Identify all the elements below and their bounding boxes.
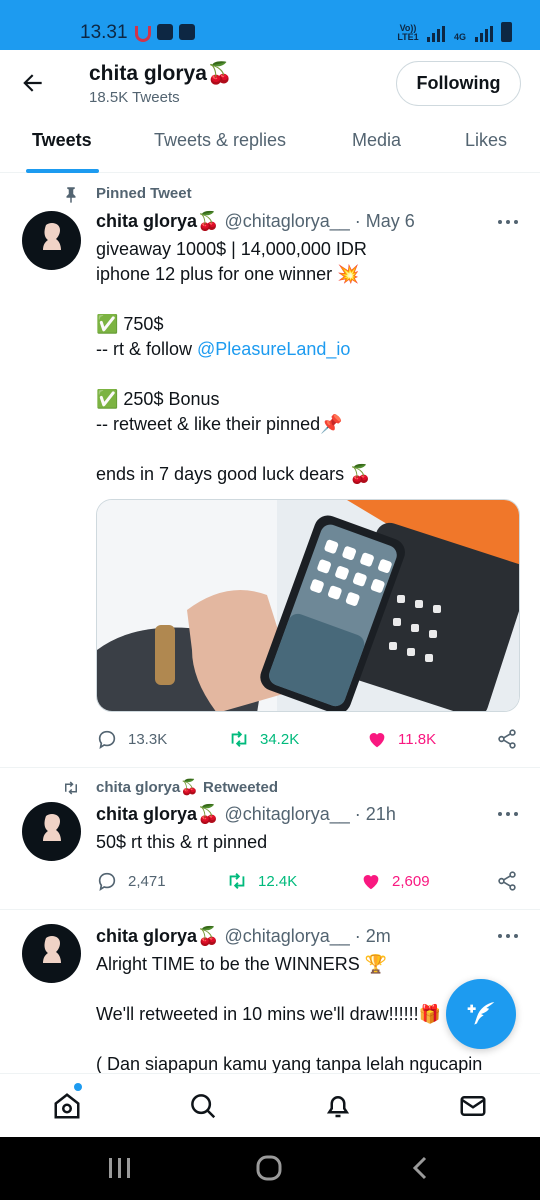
tweet-pinned[interactable]: Pinned Tweet chita glorya🍒 @chitaglorya_…: [0, 174, 540, 768]
tab-likes[interactable]: Likes: [465, 130, 507, 151]
magnet-icon: [135, 26, 151, 42]
tweet-author[interactable]: chita glorya🍒 @chitaglorya__ · 2m: [96, 926, 391, 947]
avatar[interactable]: [22, 924, 81, 983]
home-button-icon[interactable]: [256, 1155, 282, 1181]
profile-tabs: Tweets Tweets & replies Media Likes: [0, 120, 540, 173]
network-label-2: 4G: [453, 32, 466, 42]
reply-button[interactable]: 2,471: [96, 870, 166, 892]
share-icon[interactable]: [496, 870, 518, 892]
profile-name: chita glorya🍒: [89, 62, 234, 85]
tweet-count: 18.5K Tweets: [89, 89, 180, 106]
retweet-count: 34.2K: [260, 730, 300, 748]
avatar[interactable]: [22, 211, 81, 270]
bottom-navigation: [0, 1073, 540, 1137]
retweet-count: 12.4K: [258, 872, 298, 890]
signal-icon-2: [475, 26, 493, 42]
pinned-label: Pinned Tweet: [96, 185, 192, 202]
notification-dot: [74, 1083, 82, 1091]
following-button[interactable]: Following: [396, 61, 521, 106]
app-icon: [179, 24, 195, 40]
status-icons: [135, 24, 195, 42]
tweet-text-part-2: ✅ 250$ Bonus -- retweet & like their pin…: [96, 389, 372, 484]
search-icon[interactable]: [188, 1091, 218, 1121]
system-navigation-bar: [0, 1137, 540, 1200]
avatar[interactable]: [22, 802, 81, 861]
signal-icon: [427, 26, 445, 42]
status-bar: 13.31 Vo)) LTE1 4G: [0, 0, 540, 50]
tweet-actions: 13.3K 34.2K 11.8K: [96, 728, 521, 752]
status-right: Vo)) LTE1 4G: [397, 22, 512, 42]
retweet-icon: [229, 873, 245, 889]
like-button[interactable]: 2,609: [360, 870, 430, 892]
retweet-context-icon: [65, 781, 77, 795]
compose-tweet-button[interactable]: [446, 979, 516, 1049]
back-arrow-icon[interactable]: [20, 70, 46, 96]
heart-filled-icon: [363, 875, 379, 890]
tweet-author[interactable]: chita glorya🍒 @chitaglorya__ · May 6: [96, 211, 415, 232]
tweet-retweeted[interactable]: chita glorya🍒 Retweeted chita glorya🍒 @c…: [0, 768, 540, 910]
like-count: 11.8K: [398, 730, 437, 748]
display-name: chita glorya🍒: [96, 926, 220, 946]
active-tab-indicator: [26, 169, 99, 173]
tab-tweets[interactable]: Tweets: [32, 130, 92, 151]
tweet-author[interactable]: chita glorya🍒 @chitaglorya__ · 21h: [96, 804, 396, 825]
tweet-photo[interactable]: [96, 499, 520, 712]
tab-tweets-replies[interactable]: Tweets & replies: [154, 130, 286, 151]
tweet-text: 50$ rt this & rt pinned: [96, 832, 268, 852]
profile-header: chita glorya🍒 18.5K Tweets Following Twe…: [0, 50, 540, 173]
mention-link[interactable]: @PleasureLand_io: [197, 339, 350, 359]
handle-and-date: @chitaglorya__ · 2m: [219, 926, 391, 946]
reply-icon: [98, 872, 116, 891]
reply-count: 13.3K: [128, 730, 168, 748]
reply-icon: [98, 730, 116, 749]
pin-icon: [66, 187, 76, 203]
recent-apps-icon[interactable]: [107, 1157, 133, 1179]
retweet-button[interactable]: 12.4K: [226, 870, 297, 892]
reply-button[interactable]: 13.3K: [96, 728, 167, 750]
retweeted-label: chita glorya🍒 Retweeted: [96, 779, 279, 796]
network-label-1: Vo)) LTE1: [397, 23, 419, 42]
tweet-actions: 2,471 12.4K 2,609: [96, 870, 521, 894]
mail-icon[interactable]: [458, 1091, 488, 1121]
handle-and-date: @chitaglorya__ · 21h: [219, 804, 396, 824]
like-count: 2,609: [392, 872, 430, 890]
more-options-icon[interactable]: [498, 220, 518, 226]
home-icon[interactable]: [52, 1091, 82, 1121]
battery-icon: [501, 22, 512, 42]
display-name: chita glorya🍒: [96, 804, 220, 824]
status-time: 13.31: [80, 22, 128, 43]
bell-icon[interactable]: [323, 1091, 353, 1121]
like-button[interactable]: 11.8K: [366, 728, 436, 750]
reply-count: 2,471: [128, 872, 166, 890]
more-options-icon[interactable]: [498, 934, 518, 940]
display-name: chita glorya🍒: [96, 211, 220, 231]
tweet-text: giveaway 1000$ | 14,000,000 IDR iphone 1…: [96, 237, 521, 487]
handle-and-date: @chitaglorya__ · May 6: [219, 211, 415, 231]
heart-filled-icon: [369, 733, 385, 748]
back-icon[interactable]: [410, 1155, 430, 1181]
retweet-button[interactable]: 34.2K: [228, 728, 299, 750]
retweet-icon: [231, 731, 247, 747]
more-options-icon[interactable]: [498, 812, 518, 818]
feather-plus-icon: [467, 1002, 495, 1025]
share-icon[interactable]: [496, 728, 518, 750]
gallery-icon: [157, 24, 173, 40]
tab-media[interactable]: Media: [352, 130, 401, 151]
